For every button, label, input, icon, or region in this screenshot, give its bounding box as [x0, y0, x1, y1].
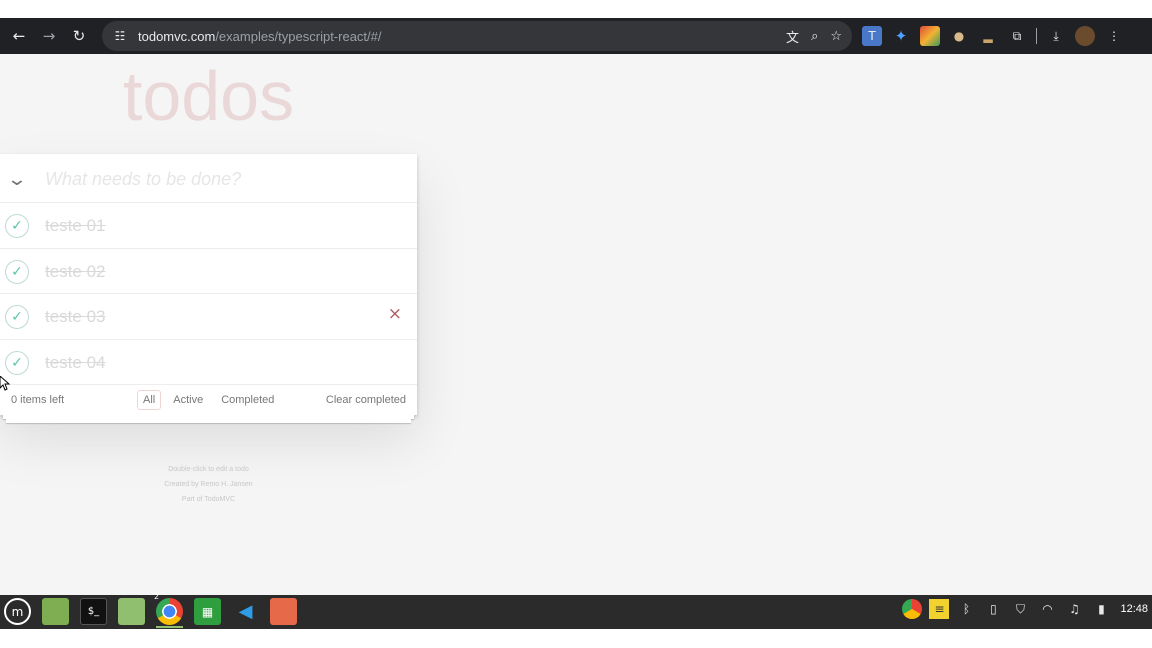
todo-checkbox-checked[interactable]: ✓	[5, 214, 29, 238]
delete-todo-icon[interactable]: ×	[388, 304, 402, 324]
address-bar[interactable]: ☷ todomvc.com/examples/typescript-react/…	[102, 21, 852, 51]
grid-extension-icon[interactable]	[920, 26, 940, 46]
mouse-cursor-icon	[0, 376, 10, 391]
filter-completed[interactable]: Completed	[215, 390, 280, 410]
system-tray: ≡ ᛒ ▯ ⛉ ◠ ♫ ▮ 12:48	[902, 599, 1148, 619]
reload-button[interactable]: ↻	[64, 21, 94, 51]
battery-icon[interactable]: ▮	[1091, 599, 1111, 619]
info-author: Created by Remo H. Jansen	[164, 481, 253, 488]
cookie-extension-icon[interactable]: ●	[949, 26, 969, 46]
clear-completed-button[interactable]: Clear completed	[326, 394, 406, 406]
todo-label[interactable]: teste 01	[45, 216, 106, 236]
image-viewer-icon[interactable]	[270, 598, 297, 625]
notes-tray-icon[interactable]: ≡	[929, 599, 950, 619]
clipboard-icon[interactable]: ▯	[983, 599, 1003, 619]
footer-stack-shadow	[0, 415, 417, 423]
info-footer: Double-click to edit a todo Created by R…	[0, 462, 417, 507]
site-info-icon[interactable]: ☷	[110, 26, 130, 46]
filter-active[interactable]: Active	[167, 390, 209, 410]
show-desktop-icon[interactable]	[42, 598, 69, 625]
url-text[interactable]: todomvc.com/examples/typescript-react/#/	[138, 29, 382, 44]
app-title: todos	[122, 57, 295, 135]
todo-item[interactable]: ✓ teste 03 ×	[0, 294, 417, 340]
todo-label[interactable]: teste 02	[45, 262, 106, 282]
extensions-puzzle-icon[interactable]: ⧉	[1007, 26, 1027, 46]
forward-arrow-icon: →	[42, 27, 56, 45]
zoom-icon[interactable]: ⌕	[811, 29, 818, 44]
spreadsheet-icon[interactable]: ▦	[194, 598, 221, 625]
todo-checkbox-checked[interactable]: ✓	[5, 259, 29, 284]
todo-header: ⌄	[0, 154, 417, 203]
translate-icon[interactable]: 文	[786, 27, 799, 46]
back-arrow-icon: ←	[12, 27, 26, 45]
download-icon[interactable]: ⤓	[1046, 26, 1066, 46]
todo-checkbox-checked[interactable]: ✓	[5, 350, 29, 375]
filter-list: All Active Completed	[137, 390, 280, 410]
translate-extension-icon[interactable]: T	[862, 26, 882, 46]
back-button[interactable]: ←	[4, 21, 34, 51]
bottom-border	[0, 629, 1152, 648]
new-todo-input[interactable]	[45, 167, 405, 191]
wifi-icon[interactable]: ◠	[1037, 599, 1057, 619]
items-left-count: 0 items left	[11, 394, 65, 406]
browser-toolbar: ← → ↻ ☷ todomvc.com/examples/typescript-…	[0, 18, 1152, 54]
url-host: todomvc.com	[138, 28, 216, 44]
chrome-tray-icon[interactable]	[902, 599, 923, 619]
bookmark-star-icon[interactable]: ☆	[830, 29, 842, 44]
bluetooth-icon[interactable]: ᛒ	[956, 599, 976, 619]
check-icon: ✓	[11, 263, 23, 280]
toolbar-separator	[1036, 28, 1037, 44]
sparkle-extension-icon[interactable]: ✦	[891, 26, 911, 46]
extension-icons: T ✦ ● ▂ ⧉ ⤓ ⋮	[862, 18, 1124, 54]
filter-all[interactable]: All	[137, 390, 162, 410]
clock[interactable]: 12:48	[1120, 603, 1148, 615]
taskbar-launchers: m $_ 2 ▦ ◀	[4, 592, 297, 628]
profile-avatar-icon[interactable]	[1075, 26, 1095, 46]
screen: ← → ↻ ☷ todomvc.com/examples/typescript-…	[0, 0, 1152, 648]
todo-item[interactable]: ✓ teste 02	[0, 249, 417, 294]
browser-menu-icon[interactable]: ⋮	[1104, 26, 1124, 46]
todo-label[interactable]: teste 04	[45, 353, 106, 373]
shield-icon[interactable]: ⛉	[1010, 599, 1030, 619]
check-icon: ✓	[11, 354, 23, 371]
chrome-taskbar-icon[interactable]: 2	[154, 592, 183, 628]
forward-button[interactable]: →	[34, 21, 64, 51]
stack-layer	[6, 419, 411, 423]
page-viewport: todos ⌄ ✓ teste 01 ✓ teste 02 ✓ teste 03…	[0, 54, 1152, 595]
shoe-extension-icon[interactable]: ▂	[978, 26, 998, 46]
omnibox-actions: 文 ⌕ ☆	[786, 21, 842, 51]
todo-app: ⌄ ✓ teste 01 ✓ teste 02 ✓ teste 03 × ✓ t…	[0, 154, 417, 423]
todo-item[interactable]: ✓ teste 04	[0, 340, 417, 385]
sound-icon[interactable]: ♫	[1064, 599, 1084, 619]
info-part-of: Part of TodoMVC	[181, 496, 236, 503]
todo-footer: 0 items left All Active Completed Clear …	[0, 385, 417, 423]
todo-item[interactable]: ✓ teste 01	[0, 203, 417, 249]
todo-label[interactable]: teste 03	[45, 307, 106, 327]
todo-checkbox-checked[interactable]: ✓	[5, 305, 29, 329]
mint-menu-icon[interactable]: m	[4, 598, 31, 625]
chrome-window-count: 2	[154, 592, 160, 601]
check-icon: ✓	[11, 309, 23, 325]
reload-icon: ↻	[72, 27, 86, 45]
check-icon: ✓	[11, 218, 23, 234]
info-edit-hint: Double-click to edit a todo	[168, 466, 249, 473]
terminal-icon[interactable]: $_	[80, 598, 107, 625]
vscode-icon[interactable]: ◀	[232, 598, 259, 625]
files-folder-icon[interactable]	[118, 598, 145, 625]
url-path: /examples/typescript-react/#/	[215, 28, 382, 44]
os-taskbar: m $_ 2 ▦ ◀ ≡ ᛒ ▯ ⛉ ◠ ♫ ▮ 12:48	[0, 592, 1152, 629]
toggle-all-chevron-icon[interactable]: ⌄	[2, 168, 33, 190]
